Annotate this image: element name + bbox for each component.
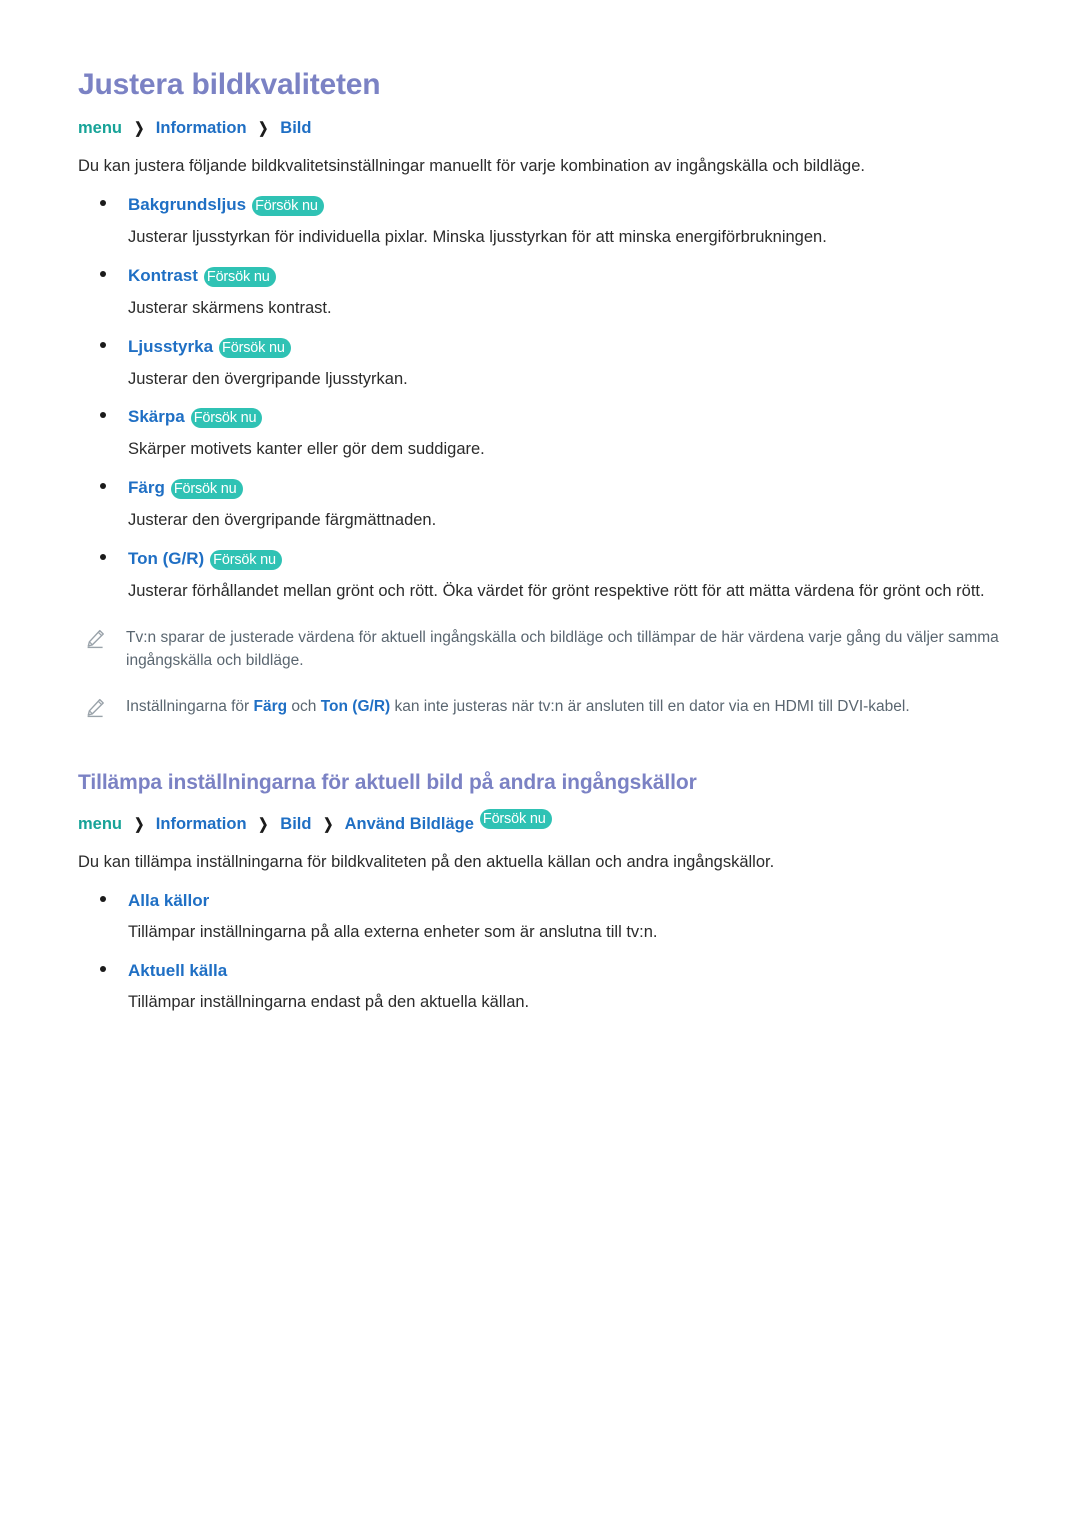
list-item: Skärpa Försök nu Skärper motivets kanter… [78, 407, 1002, 462]
list-item: Färg Försök nu Justerar den övergripande… [78, 478, 1002, 533]
setting-description: Skärper motivets kanter eller gör dem su… [128, 440, 485, 459]
list-item: Ton (G/R) Försök nu Justerar förhållande… [78, 549, 1002, 604]
try-now-badge-label: Försök nu [206, 268, 270, 285]
note-item: Inställningarna för Färg och Ton (G/R) k… [78, 695, 1002, 718]
bullet-icon [100, 199, 106, 206]
chevron-right-icon: ❯ [258, 816, 269, 834]
try-now-badge-label: Försök nu [222, 339, 285, 356]
breadcrumb-section-two: menu ❯ Information ❯ Bild ❯ Använd Bildl… [78, 809, 1002, 835]
list-item: Alla källor Tillämpar inställningarna på… [78, 891, 1002, 945]
setting-row-kontrast: Kontrast Försök nu [78, 266, 1002, 287]
try-now-badge[interactable]: Försök nu [219, 337, 291, 358]
setting-description: Justerar den övergripande färgmättnaden. [128, 511, 437, 530]
setting-description: Justerar den övergripande ljusstyrkan. [128, 369, 408, 388]
try-now-badge-label: Försök nu [482, 811, 546, 828]
setting-row-farg: Färg Försök nu [78, 478, 1002, 500]
breadcrumb-item-anvand-bildlage[interactable]: Använd Bildläge [345, 815, 474, 833]
option-description: Tillämpar inställningarna på alla extern… [128, 923, 658, 942]
bullet-icon [100, 966, 106, 973]
setting-description: Justerar ljusstyrkan för individuella pi… [128, 227, 827, 246]
bullet-icon [100, 483, 106, 490]
try-now-badge[interactable]: Försök nu [170, 479, 243, 500]
chevron-right-icon: ❯ [133, 816, 144, 834]
bullet-icon [100, 341, 106, 348]
setting-label: Färg [128, 478, 165, 498]
intro-paragraph: Du kan justera följande bildkvalitetsins… [78, 156, 865, 175]
try-now-badge-label: Försök nu [173, 481, 237, 498]
option-row-alla-kallor: Alla källor [78, 891, 1002, 911]
note-text-segment: och [287, 697, 321, 715]
option-row-aktuell-kalla: Aktuell källa [78, 961, 1002, 981]
note-item: Tv:n sparar de justerade värdena för akt… [78, 626, 1002, 673]
bullet-icon [100, 412, 106, 419]
setting-label: Kontrast [128, 265, 198, 285]
chevron-right-icon: ❯ [258, 119, 269, 137]
try-now-badge[interactable]: Försök nu [252, 195, 324, 216]
note-text: Inställningarna för Färg och Ton (G/R) k… [126, 695, 910, 718]
chevron-right-icon: ❯ [133, 119, 144, 137]
try-now-badge-label: Försök nu [255, 197, 318, 214]
setting-row-ljusstyrka: Ljusstyrka Försök nu [78, 337, 1002, 358]
note-text-segment: kan inte justeras när tv:n är ansluten t… [390, 697, 910, 715]
list-item: Aktuell källa Tillämpar inställningarna … [78, 961, 1002, 1015]
list-item: Bakgrundsljus Försök nu Justerar ljussty… [78, 195, 1002, 250]
section-title: Tillämpa inställningarna för aktuell bil… [78, 770, 697, 794]
setting-row-skarpa: Skärpa Försök nu [78, 407, 1002, 429]
setting-description: Justerar skärmens kontrast. [128, 298, 332, 317]
bullet-icon [100, 270, 106, 277]
note-text-segment: Inställningarna för [126, 697, 254, 715]
try-now-badge[interactable]: Försök nu [190, 408, 263, 429]
source-options-list: Alla källor Tillämpar inställningarna på… [78, 891, 1002, 1015]
setting-row-bakgrundsljus: Bakgrundsljus Försök nu [78, 195, 1002, 216]
breadcrumb-item-information[interactable]: Information [156, 119, 247, 137]
note-highlight-farg: Färg [253, 697, 288, 715]
breadcrumb-item-menu[interactable]: menu [78, 815, 122, 833]
setting-label: Ton (G/R) [128, 549, 205, 569]
document-page: Justera bildkvaliteten menu ❯ Informatio… [0, 0, 1080, 1527]
option-description: Tillämpar inställningarna endast på den … [128, 993, 530, 1012]
setting-label: Bakgrundsljus [128, 194, 247, 214]
option-label: Aktuell källa [128, 961, 228, 981]
setting-row-ton-gr: Ton (G/R) Försök nu [78, 549, 1002, 571]
page-title: Justera bildkvaliteten [78, 68, 381, 101]
breadcrumb-item-menu[interactable]: menu [78, 119, 122, 137]
list-item: Ljusstyrka Försök nu Justerar den övergr… [78, 337, 1002, 392]
setting-label: Skärpa [128, 407, 185, 427]
setting-label: Ljusstyrka [128, 336, 214, 356]
note-highlight-ton-gr: Ton (G/R) [320, 697, 391, 715]
list-item: Kontrast Försök nu Justerar skärmens kon… [78, 266, 1002, 321]
settings-list: Bakgrundsljus Försök nu Justerar ljussty… [78, 195, 1002, 605]
breadcrumb-item-information[interactable]: Information [156, 815, 247, 833]
pencil-icon [84, 628, 106, 650]
bullet-icon [100, 896, 106, 903]
try-now-badge[interactable]: Försök nu [210, 550, 282, 571]
try-now-badge-label: Försök nu [213, 552, 276, 569]
try-now-badge[interactable]: Försök nu [479, 809, 552, 830]
breadcrumb-item-bild[interactable]: Bild [280, 119, 311, 137]
try-now-badge[interactable]: Försök nu [203, 266, 276, 287]
try-now-badge-label: Försök nu [193, 410, 257, 427]
breadcrumb: menu ❯ Information ❯ Bild [78, 117, 1002, 139]
section-two-intro: Du kan tillämpa inställningarna för bild… [78, 853, 775, 872]
note-text: Tv:n sparar de justerade värdena för akt… [126, 629, 999, 670]
option-label: Alla källor [128, 891, 210, 911]
setting-description: Justerar förhållandet mellan grönt och r… [128, 582, 985, 601]
breadcrumb-item-bild[interactable]: Bild [280, 815, 311, 833]
bullet-icon [100, 554, 106, 561]
pencil-icon [84, 697, 106, 719]
chevron-right-icon: ❯ [323, 816, 334, 834]
